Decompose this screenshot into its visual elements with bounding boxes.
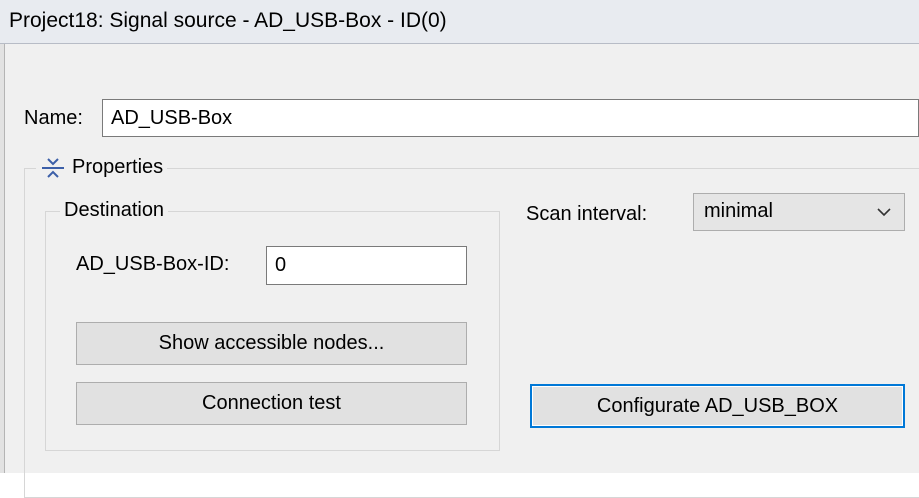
scan-interval-select[interactable]: minimal (693, 193, 905, 231)
box-id-input[interactable] (266, 246, 467, 285)
destination-label: Destination (64, 199, 165, 221)
destination-header: Destination (60, 199, 169, 222)
window-left-edge (0, 44, 5, 473)
collapse-icon[interactable] (40, 157, 66, 179)
scan-interval-label: Scan interval: (526, 203, 648, 225)
show-accessible-nodes-button[interactable]: Show accessible nodes... (76, 322, 467, 365)
box-id-label: AD_USB-Box-ID: (76, 253, 230, 275)
window-title: Project18: Signal source - AD_USB-Box - … (9, 9, 447, 32)
scan-interval-value: minimal (704, 200, 773, 222)
chevron-down-icon (877, 208, 891, 217)
name-input[interactable] (102, 99, 919, 137)
title-bar[interactable]: Project18: Signal source - AD_USB-Box - … (0, 0, 919, 44)
dialog-window: Project18: Signal source - AD_USB-Box - … (0, 0, 919, 498)
properties-header[interactable]: Properties (36, 156, 168, 179)
configurate-button[interactable]: Configurate AD_USB_BOX (530, 384, 905, 428)
name-label: Name: (24, 107, 83, 129)
connection-test-button[interactable]: Connection test (76, 382, 467, 425)
properties-label: Properties (72, 156, 164, 178)
